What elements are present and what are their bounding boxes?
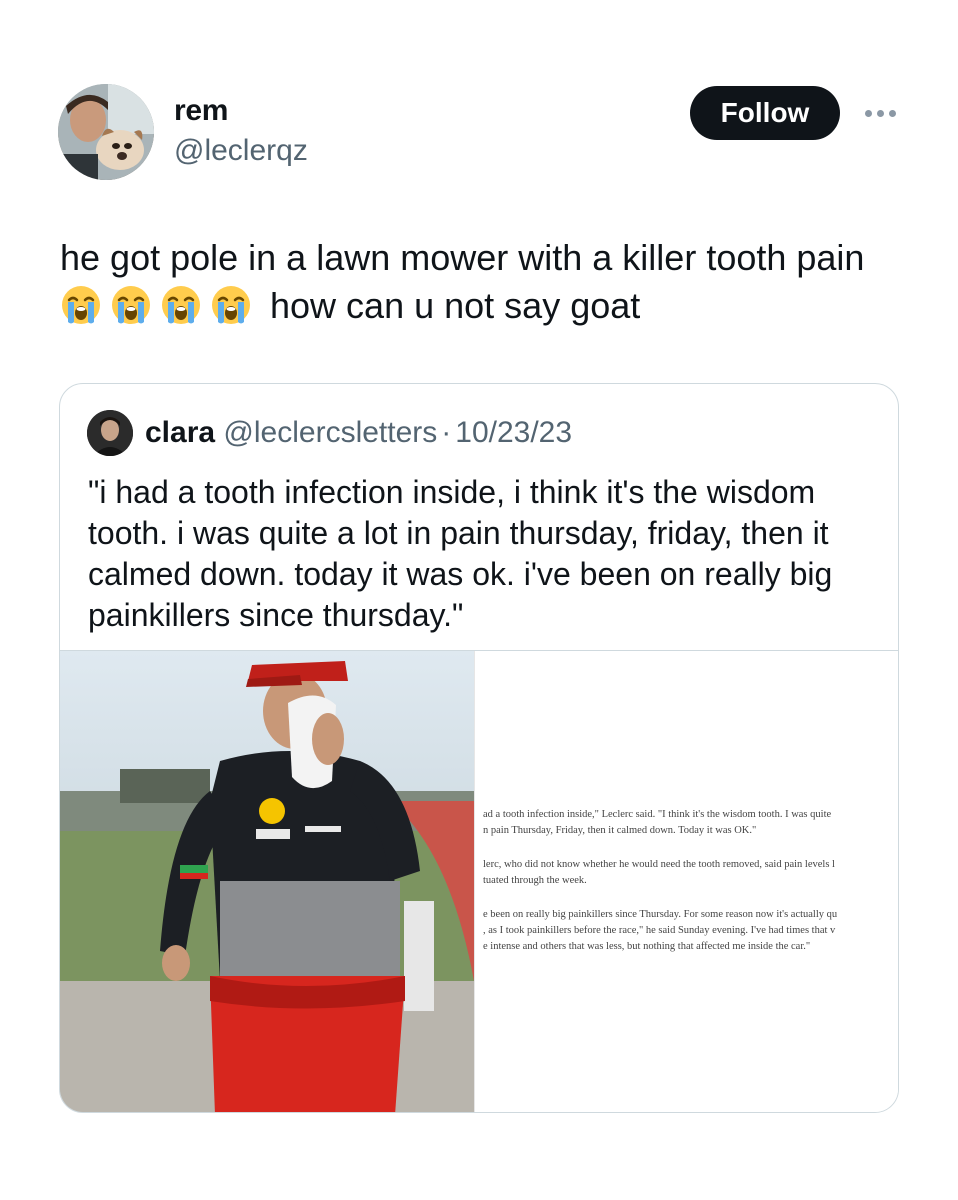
quoted-author-avatar-image [87, 410, 133, 456]
quoted-author-handle[interactable]: @leclercsletters [223, 416, 437, 449]
author-avatar[interactable] [58, 84, 154, 180]
quoted-author-avatar[interactable] [87, 410, 133, 456]
article-screenshot[interactable]: ad a tooth infection inside," Leclerc sa… [474, 651, 898, 1112]
quoted-tweet-card[interactable]: clara @leclercsletters · 10/23/23 "i had a… [59, 383, 899, 1113]
driver-photo[interactable] [60, 651, 474, 1112]
article-line: tuated through the week. [483, 875, 587, 886]
quoted-tweet-media[interactable]: ad a tooth infection inside," Leclerc sa… [60, 650, 898, 1112]
tweet-text-line-2-text: how can u not say goat [270, 285, 641, 326]
tweet-text-line-1: he got pole in a lawn mower with a kille… [60, 237, 865, 278]
article-text: ad a tooth infection inside," Leclerc sa… [483, 807, 898, 973]
tweet-text: he got pole in a lawn mower with a kille… [60, 234, 920, 330]
author-display-name[interactable]: rem [174, 94, 228, 128]
article-line: e intense and others that was less, but … [483, 941, 811, 952]
loudly-crying-face-icon [160, 284, 202, 326]
quoted-author-display-name[interactable]: clara [145, 416, 215, 449]
meta-separator: · [441, 416, 452, 449]
quoted-tweet-text: "i had a tooth infection inside, i think… [88, 474, 833, 633]
follow-button[interactable]: Follow [690, 86, 840, 140]
more-options-icon[interactable] [860, 96, 900, 130]
article-line: , as I took painkillers before the race,… [483, 925, 836, 936]
article-paragraph: lerc, who did not know whether he would … [483, 857, 898, 889]
author-handle[interactable]: @leclerqz [174, 134, 308, 168]
article-line: n pain Thursday, Friday, then it calmed … [483, 825, 757, 836]
loudly-crying-face-icon [110, 284, 152, 326]
loudly-crying-face-icon [210, 284, 252, 326]
driver-photo-image [60, 651, 474, 1112]
article-line: e been on really big painkillers since T… [483, 909, 838, 920]
author-avatar-image [58, 84, 154, 180]
quoted-tweet-date[interactable]: 10/23/23 [455, 416, 572, 449]
article-paragraph: ad a tooth infection inside," Leclerc sa… [483, 807, 898, 839]
article-paragraph: e been on really big painkillers since T… [483, 907, 898, 955]
article-line: ad a tooth infection inside," Leclerc sa… [483, 809, 832, 820]
loudly-crying-face-icon [60, 284, 102, 326]
article-line: lerc, who did not know whether he would … [483, 859, 835, 870]
tweet-text-line-2: how can u not say goat [60, 282, 920, 330]
quoted-tweet-header: clara @leclercsletters · 10/23/23 [145, 416, 572, 450]
